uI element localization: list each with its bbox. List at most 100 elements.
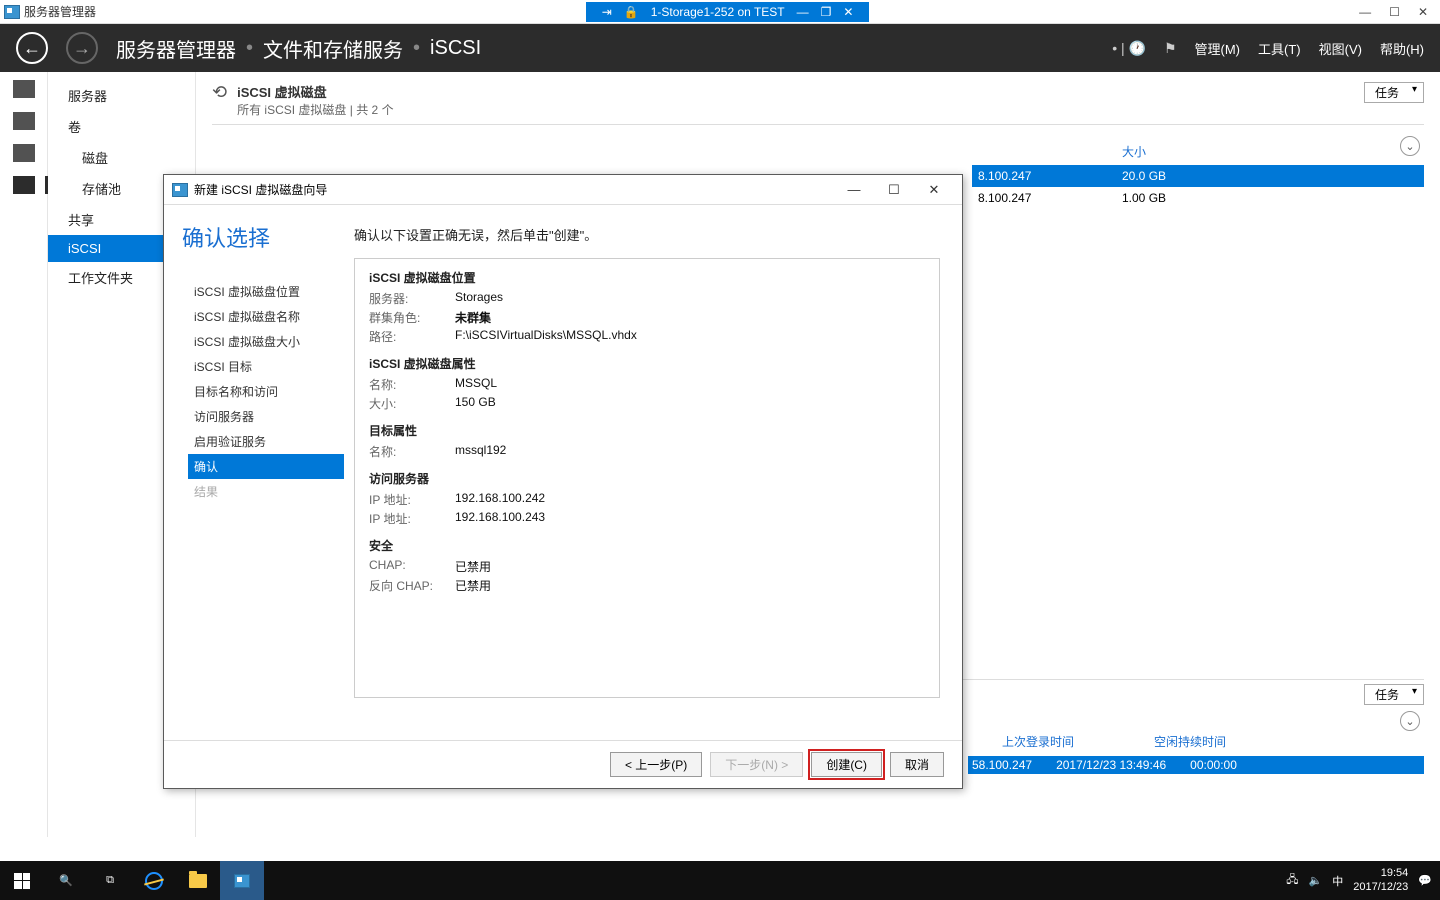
cell-ip: 8.100.247 bbox=[972, 169, 1122, 183]
server-manager-window: ← → 服务器管理器 • 文件和存储服务 • iSCSI • | 🕐 ⚑ 管理(… bbox=[0, 24, 1440, 837]
breadcrumb-lvl1[interactable]: 文件和存储服务 bbox=[263, 34, 403, 63]
taskbar-server-manager-icon[interactable] bbox=[220, 861, 264, 900]
tray-action-center-icon[interactable]: 💬 bbox=[1418, 874, 1432, 887]
refresh-panel-icon[interactable]: ⟲ bbox=[212, 82, 227, 103]
col-size[interactable]: 大小 bbox=[1122, 143, 1146, 160]
tray-ime-indicator[interactable]: 中 bbox=[1332, 873, 1343, 889]
lock-icon[interactable]: 🔒 bbox=[624, 5, 639, 19]
value-server: Storages bbox=[455, 290, 503, 307]
value-ip1: 192.168.100.242 bbox=[455, 491, 545, 508]
menu-tools[interactable]: 工具(T) bbox=[1258, 39, 1301, 58]
vm-close-icon[interactable]: ✕ bbox=[843, 5, 853, 19]
forward-button[interactable]: → bbox=[66, 32, 98, 64]
step-name[interactable]: iSCSI 虚拟磁盘名称 bbox=[188, 304, 344, 329]
value-size: 150 GB bbox=[455, 395, 496, 412]
dialog-button-row: < 上一步(P) 下一步(N) > 创建(C) 取消 bbox=[164, 740, 962, 788]
label-ip2: IP 地址: bbox=[369, 510, 447, 527]
cancel-button[interactable]: 取消 bbox=[890, 752, 944, 777]
rail-all-servers-icon[interactable] bbox=[13, 144, 35, 162]
nav-servers[interactable]: 服务器 bbox=[48, 80, 195, 111]
outer-minimize-icon[interactable]: — bbox=[1359, 5, 1371, 19]
taskbar-ie-icon[interactable] bbox=[132, 861, 176, 900]
rail-file-storage-icon[interactable] bbox=[13, 176, 35, 194]
start-button[interactable] bbox=[0, 861, 44, 900]
breadcrumb-root[interactable]: 服务器管理器 bbox=[116, 34, 236, 63]
back-button[interactable]: ← bbox=[16, 32, 48, 64]
rail-dashboard-icon[interactable] bbox=[13, 80, 35, 98]
step-confirm[interactable]: 确认 bbox=[188, 454, 344, 479]
panel-subtitle: 所有 iSCSI 虚拟磁盘 | 共 2 个 bbox=[237, 101, 1354, 118]
breadcrumb: 服务器管理器 • 文件和存储服务 • iSCSI bbox=[116, 34, 481, 63]
tray-date: 2017/12/23 bbox=[1353, 881, 1408, 894]
sess-idle: 00:00:00 bbox=[1190, 758, 1237, 772]
collapse-lower-icon[interactable]: ⌄ bbox=[1400, 711, 1420, 731]
step-targetname[interactable]: 目标名称和访问 bbox=[188, 379, 344, 404]
vm-minimize-icon[interactable]: — bbox=[797, 5, 809, 19]
step-access[interactable]: 访问服务器 bbox=[188, 404, 344, 429]
breadcrumb-lvl2[interactable]: iSCSI bbox=[430, 37, 481, 60]
panel-header: ⟲ iSCSI 虚拟磁盘 所有 iSCSI 虚拟磁盘 | 共 2 个 任务 bbox=[212, 82, 1424, 125]
collapse-panel-icon[interactable]: ⌄ bbox=[1400, 136, 1420, 156]
pin-icon[interactable]: ⇥ bbox=[602, 5, 612, 19]
tasks-dropdown[interactable]: 任务 bbox=[1364, 82, 1424, 103]
table-row[interactable]: 8.100.247 20.0 GB bbox=[972, 165, 1424, 187]
step-size[interactable]: iSCSI 虚拟磁盘大小 bbox=[188, 329, 344, 354]
outer-maximize-icon[interactable]: ☐ bbox=[1389, 5, 1400, 19]
rail-local-server-icon[interactable] bbox=[13, 112, 35, 130]
col-idle: 空闲持续时间 bbox=[1154, 733, 1226, 750]
taskbar-explorer-icon[interactable] bbox=[176, 861, 220, 900]
menu-manage[interactable]: 管理(M) bbox=[1195, 39, 1241, 58]
cell-size: 20.0 GB bbox=[1122, 169, 1202, 183]
vm-app-title: 服务器管理器 bbox=[24, 3, 96, 20]
menu-help[interactable]: 帮助(H) bbox=[1380, 39, 1424, 58]
label-ip1: IP 地址: bbox=[369, 491, 447, 508]
system-tray: 🖧 🔈 中 19:54 2017/12/23 💬 bbox=[1286, 867, 1440, 893]
label-cluster: 群集角色: bbox=[369, 309, 447, 326]
taskbar: 🔍 ⧉ 🖧 🔈 中 19:54 2017/12/23 💬 bbox=[0, 861, 1440, 900]
nav-disks[interactable]: 磁盘 bbox=[48, 142, 195, 173]
vm-session-bar: ⇥ 🔒 1-Storage1-252 on TEST — ❐ ✕ bbox=[586, 2, 870, 22]
vm-restore-icon[interactable]: ❐ bbox=[821, 5, 832, 19]
new-iscsi-wizard-dialog: 新建 iSCSI 虚拟磁盘向导 — ☐ ✕ 确认选择 iSCSI 虚拟磁盘位置 … bbox=[163, 174, 963, 789]
label-size: 大小: bbox=[369, 395, 447, 412]
table-row[interactable]: 8.100.247 1.00 GB bbox=[972, 187, 1424, 209]
value-cluster: 未群集 bbox=[455, 309, 491, 326]
dialog-close-icon[interactable]: ✕ bbox=[914, 182, 954, 198]
dialog-maximize-icon[interactable]: ☐ bbox=[874, 182, 914, 198]
sess-time: 2017/12/23 13:49:46 bbox=[1056, 758, 1166, 772]
create-button[interactable]: 创建(C) bbox=[811, 752, 882, 777]
wizard-instruction: 确认以下设置正确无误，然后单击"创建"。 bbox=[354, 225, 940, 244]
sec-attributes: iSCSI 虚拟磁盘属性 bbox=[369, 355, 925, 372]
label-target-name: 名称: bbox=[369, 443, 447, 460]
wizard-main: 确认以下设置正确无误，然后单击"创建"。 iSCSI 虚拟磁盘位置 服务器:St… bbox=[344, 205, 962, 740]
sess-ip: 58.100.247 bbox=[972, 758, 1032, 772]
nav-volumes[interactable]: 卷 bbox=[48, 111, 195, 142]
panel-title: iSCSI 虚拟磁盘 bbox=[237, 82, 1354, 101]
session-row[interactable]: 58.100.247 2017/12/23 13:49:46 00:00:00 bbox=[968, 756, 1424, 774]
dialog-minimize-icon[interactable]: — bbox=[834, 182, 874, 197]
wizard-heading: 确认选择 bbox=[182, 221, 344, 253]
step-auth[interactable]: 启用验证服务 bbox=[188, 429, 344, 454]
sec-target: 目标属性 bbox=[369, 422, 925, 439]
menu-view[interactable]: 视图(V) bbox=[1319, 39, 1362, 58]
label-rchap: 反向 CHAP: bbox=[369, 577, 447, 594]
step-result: 结果 bbox=[188, 479, 344, 504]
cell-ip: 8.100.247 bbox=[972, 191, 1122, 205]
refresh-dropdown-icon[interactable]: • | 🕐 bbox=[1112, 40, 1146, 57]
value-target-name: mssql192 bbox=[455, 443, 506, 460]
wizard-steps: 确认选择 iSCSI 虚拟磁盘位置 iSCSI 虚拟磁盘名称 iSCSI 虚拟磁… bbox=[164, 205, 344, 740]
prev-button[interactable]: < 上一步(P) bbox=[610, 752, 702, 777]
step-target[interactable]: iSCSI 目标 bbox=[188, 354, 344, 379]
outer-close-icon[interactable]: ✕ bbox=[1418, 5, 1428, 19]
lower-tasks-dropdown[interactable]: 任务 bbox=[1364, 684, 1424, 705]
search-icon[interactable]: 🔍 bbox=[44, 861, 88, 900]
tray-network-icon[interactable]: 🖧 bbox=[1286, 871, 1298, 890]
task-view-icon[interactable]: ⧉ bbox=[88, 861, 132, 900]
tray-sound-icon[interactable]: 🔈 bbox=[1309, 874, 1323, 887]
sec-security: 安全 bbox=[369, 537, 925, 554]
vm-session-name: 1-Storage1-252 on TEST bbox=[651, 5, 785, 19]
notifications-flag-icon[interactable]: ⚑ bbox=[1164, 40, 1177, 57]
step-location[interactable]: iSCSI 虚拟磁盘位置 bbox=[188, 279, 344, 304]
icon-rail bbox=[0, 72, 48, 837]
tray-clock[interactable]: 19:54 2017/12/23 bbox=[1353, 867, 1408, 893]
